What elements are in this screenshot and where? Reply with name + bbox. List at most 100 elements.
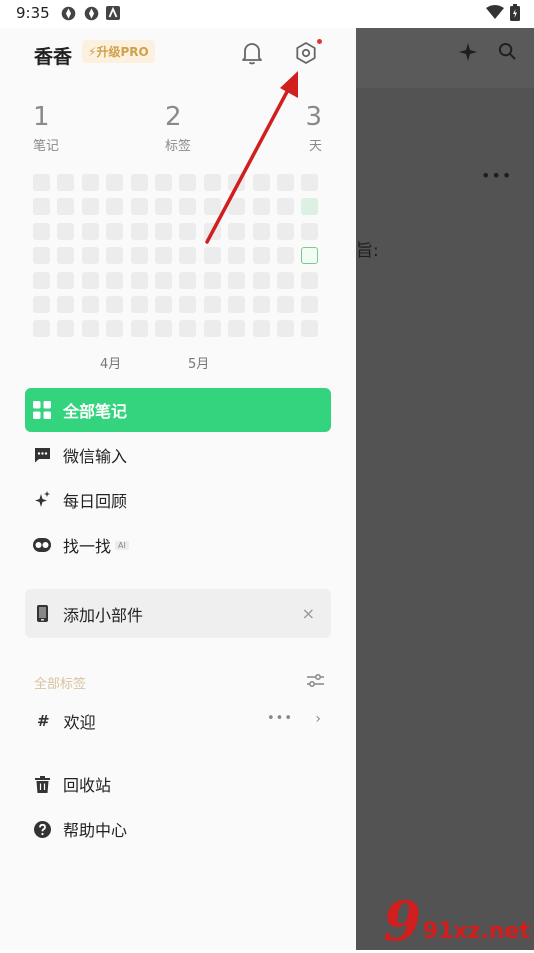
nav-all-notes[interactable]: 全部笔记: [25, 388, 331, 432]
heatmap-cell: [33, 174, 50, 191]
watermark: 9 91xz.net: [383, 894, 530, 948]
heatmap-cell: [155, 247, 172, 265]
heatmap-cell: [277, 320, 294, 338]
heatmap-cell: [252, 222, 270, 240]
battery-icon: [510, 4, 520, 25]
heatmap-cell: [81, 320, 99, 338]
heatmap-cell: [179, 222, 197, 240]
navigation-drawer: 香香 ⚡升级PRO 1 笔记 2 标签 3 天 4月 5月 全部笔记 微信输入: [0, 28, 356, 950]
heatmap-cell: [106, 296, 124, 313]
tag-label: 欢迎: [63, 713, 96, 732]
heatmap-cell: [228, 296, 246, 313]
sync-icon: [60, 5, 77, 26]
help-icon: [33, 820, 51, 838]
app-icon: [106, 5, 120, 26]
heatmap-cell: [33, 296, 50, 313]
heatmap-cell: [301, 174, 319, 191]
heatmap-cell: [130, 222, 148, 240]
heatmap-cell: [57, 296, 75, 313]
heatmap-cell: [155, 222, 172, 240]
heatmap-cell: [130, 320, 148, 338]
upgrade-pro-badge[interactable]: ⚡升级PRO: [82, 40, 155, 63]
heatmap-cell: [155, 174, 172, 191]
add-widget-card[interactable]: 添加小部件 ×: [25, 589, 331, 638]
heatmap-cell: [277, 271, 294, 289]
bell-icon[interactable]: [241, 41, 263, 69]
month-label: 4月: [100, 357, 122, 372]
stat-tags-value: 2: [165, 102, 182, 132]
heatmap-cell: [301, 198, 319, 216]
heatmap-cell: [57, 174, 75, 191]
heatmap-cell: [130, 198, 148, 216]
heatmap-cell: [179, 320, 197, 338]
nav-wechat-input[interactable]: 微信输入: [25, 433, 331, 477]
heatmap-cell: [106, 222, 124, 240]
tag-item-welcome[interactable]: # 欢迎 ••• ›: [25, 700, 331, 742]
sparkle-icon: [33, 491, 51, 509]
nav-trash-label: 回收站: [63, 776, 112, 795]
heatmap-cell: [130, 296, 148, 313]
nav-help[interactable]: 帮助中心: [25, 807, 331, 851]
heatmap-cell: [33, 198, 50, 216]
chevron-right-icon[interactable]: ›: [315, 711, 321, 727]
heatmap-cell: [155, 198, 172, 216]
heatmap-cell: [179, 174, 197, 191]
add-widget-label: 添加小部件: [63, 605, 144, 625]
heatmap-cell: [203, 296, 221, 313]
heatmap-cell: [301, 320, 319, 338]
nav-daily-review[interactable]: 每日回顾: [25, 478, 331, 522]
heatmap-cell: [203, 320, 221, 338]
heatmap-cell: [81, 222, 99, 240]
heatmap-cell: [203, 174, 221, 191]
close-icon[interactable]: ×: [302, 604, 315, 623]
stat-days-label: 天: [308, 139, 322, 154]
heatmap-cell: [130, 174, 148, 191]
heatmap-cell: [81, 271, 99, 289]
heatmap-cell: [81, 198, 99, 216]
heatmap-cell: [57, 320, 75, 338]
sync-icon: [83, 5, 100, 26]
watermark-text: 91xz.net: [422, 919, 530, 944]
status-icons-left: [60, 5, 120, 26]
heatmap-cell: [130, 271, 148, 289]
month-label: 5月: [188, 357, 210, 372]
stat-tags: 2 标签: [165, 104, 191, 154]
stat-notes-label: 笔记: [33, 139, 60, 154]
nav-search-label: 找一找: [63, 537, 112, 556]
heatmap-cell: [277, 222, 294, 240]
heatmap-cell: [228, 198, 246, 216]
settings-icon[interactable]: [294, 41, 318, 69]
heatmap-cell: [252, 174, 270, 191]
heatmap-cell: [252, 320, 270, 338]
nav-trash[interactable]: 回收站: [25, 762, 331, 806]
main-screen-backdrop[interactable]: ••• 旨:: [356, 28, 534, 950]
status-time: 9:35: [16, 4, 50, 22]
notification-dot: [317, 39, 322, 44]
heatmap-cell: [203, 247, 221, 265]
watermark-logo: 9: [383, 889, 421, 953]
nav-search[interactable]: 找一找 AI: [25, 523, 331, 567]
heatmap-cell: [33, 247, 50, 265]
status-icons-right: [486, 4, 520, 25]
user-name[interactable]: 香香: [34, 42, 72, 69]
heatmap-cell: [57, 247, 75, 265]
heatmap-cell: [57, 222, 75, 240]
all-tags-title: 全部标签: [34, 677, 87, 692]
heatmap-cell: [252, 198, 270, 216]
heatmap-cell: [252, 271, 270, 289]
filter-icon[interactable]: [307, 673, 324, 692]
search-icon: [498, 42, 517, 65]
heatmap-cell: [130, 247, 148, 265]
heatmap-cell: [155, 296, 172, 313]
more-icon[interactable]: •••: [267, 711, 293, 726]
stat-days: 3 天: [305, 104, 322, 154]
stat-notes: 1 笔记: [33, 104, 59, 154]
heatmap-cell: [81, 174, 99, 191]
heatmap-cell: [301, 296, 319, 313]
stat-days-value: 3: [305, 102, 322, 132]
heatmap-cell: [81, 247, 99, 265]
heatmap-cell: [106, 174, 124, 191]
heatmap-cell: [57, 271, 75, 289]
heatmap-cell: [252, 296, 270, 313]
heatmap-cell: [81, 296, 99, 313]
